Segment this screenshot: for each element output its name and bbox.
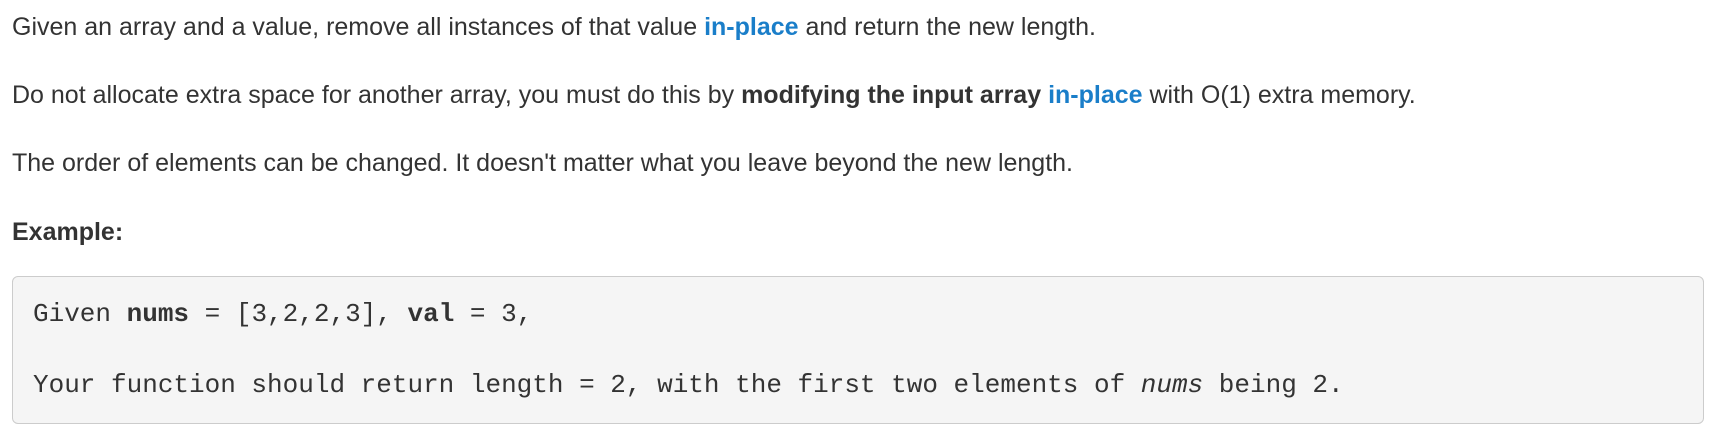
code-text: = [3,2,2,3], — [189, 299, 408, 329]
text-segment: and return the new length. — [798, 13, 1096, 41]
paragraph-problem-statement: Given an array and a value, remove all i… — [12, 10, 1096, 44]
code-text: being 2. — [1203, 370, 1344, 400]
code-line-output: Your function should return length = 2, … — [33, 368, 1344, 402]
in-place-link[interactable]: in-place — [1048, 81, 1142, 109]
text-segment: The order of elements can be changed. It… — [12, 149, 1073, 177]
bold-emphasis: modifying the input array — [741, 81, 1042, 109]
paragraph-order-note: The order of elements can be changed. It… — [12, 146, 1073, 180]
text-segment: with O(1) extra memory. — [1142, 81, 1416, 109]
example-code-block: Given nums = [3,2,2,3], val = 3, Your fu… — [12, 276, 1704, 424]
problem-description: Given an array and a value, remove all i… — [0, 0, 1716, 440]
paragraph-constraint: Do not allocate extra space for another … — [12, 78, 1416, 112]
text-segment: Do not allocate extra space for another … — [12, 81, 742, 109]
code-text: Given — [33, 299, 127, 329]
text-segment: Given an array and a value, remove all i… — [12, 13, 705, 41]
code-line-input: Given nums = [3,2,2,3], val = 3, — [33, 297, 532, 331]
code-text: = 3, — [454, 299, 533, 329]
example-heading: Example: — [12, 218, 124, 246]
code-text: Your function should return length = 2, … — [33, 370, 1141, 400]
in-place-link[interactable]: in-place — [704, 13, 798, 41]
code-var-val: val — [407, 299, 455, 329]
code-var-nums-italic: nums — [1140, 370, 1204, 400]
code-var-nums: nums — [126, 299, 190, 329]
